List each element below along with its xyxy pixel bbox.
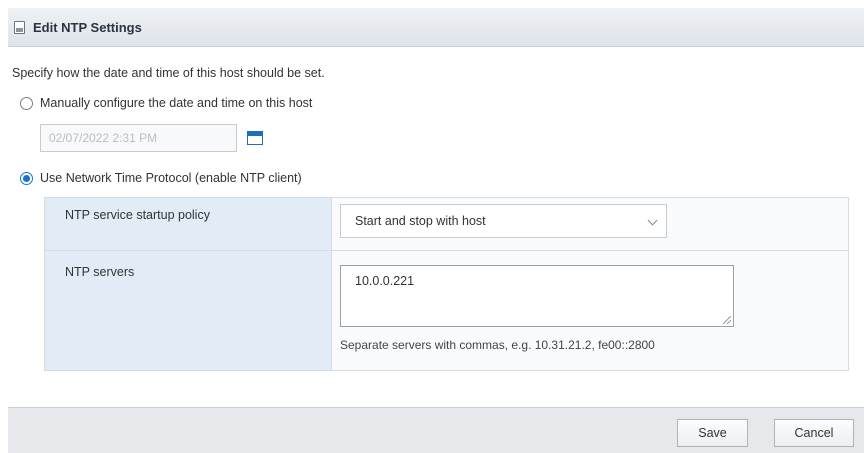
startup-policy-select[interactable]: Start and stop with host [340,204,667,238]
ntp-radio[interactable] [20,171,33,185]
startup-policy-label: NTP service startup policy [65,208,210,222]
chevron-down-icon [647,215,658,226]
dialog-title: Edit NTP Settings [33,19,142,35]
cancel-button[interactable]: Cancel [774,419,854,447]
dialog-titlebar: Edit NTP Settings [8,8,864,47]
manual-option[interactable]: Manually configure the date and time on … [20,96,312,110]
ntp-servers-input[interactable]: 10.0.0.221 [340,265,734,327]
ntp-option[interactable]: Use Network Time Protocol (enable NTP cl… [20,171,302,185]
calendar-icon[interactable] [247,131,263,145]
ntp-settings-table: NTP service startup policy Start and sto… [44,197,849,371]
manual-radio[interactable] [20,96,33,110]
resize-handle[interactable] [723,316,731,324]
save-button[interactable]: Save [677,419,748,447]
manual-label: Manually configure the date and time on … [40,96,313,110]
startup-policy-value: Start and stop with host [355,214,486,228]
ntp-servers-value: 10.0.0.221 [355,274,415,288]
dialog-footer: Save Cancel [8,407,864,453]
label-column [45,198,331,370]
dialog-icon [14,20,25,34]
intro-text: Specify how the date and time of this ho… [12,66,325,80]
ntp-servers-label: NTP servers [65,265,135,279]
row-divider [45,250,848,251]
datetime-input[interactable]: 02/07/2022 2:31 PM [40,124,237,152]
ntp-servers-hint: Separate servers with commas, e.g. 10.31… [340,338,655,352]
ntp-label: Use Network Time Protocol (enable NTP cl… [40,171,302,185]
